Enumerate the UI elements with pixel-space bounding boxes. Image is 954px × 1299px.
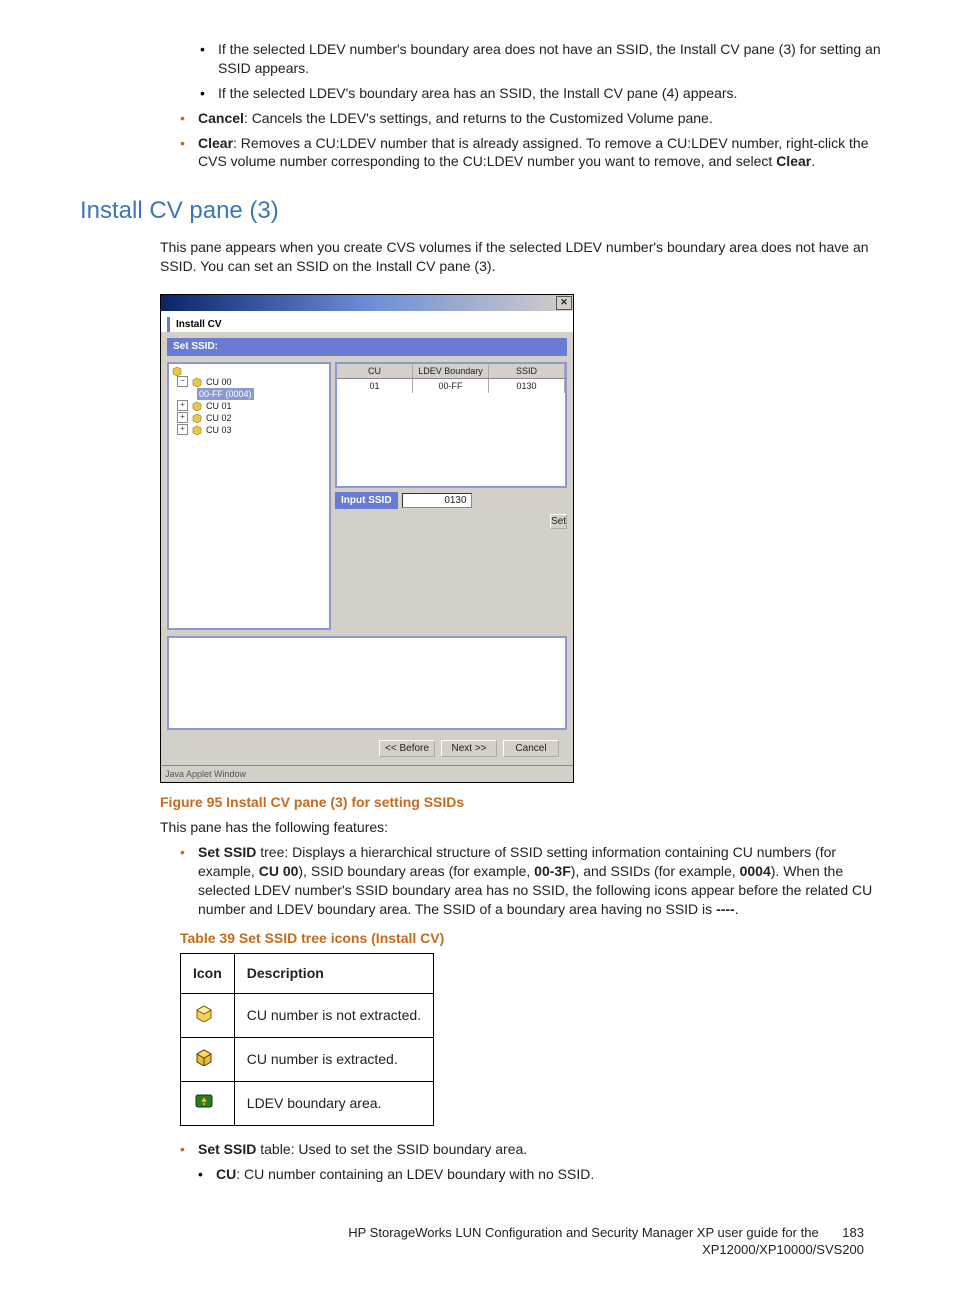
close-icon[interactable]: ✕ [556,296,572,310]
clear-word: Clear [776,153,811,169]
clear-item: Clear: Removes a CU:LDEV number that is … [180,134,894,172]
example: 0004 [740,863,771,879]
label: CU [216,1166,236,1182]
col-ssid: SSID [489,364,565,378]
text: ), SSID boundary areas (for example, [298,863,534,879]
example: 00-3F [534,863,571,879]
expander-icon[interactable]: + [177,400,188,411]
expander-icon[interactable]: + [177,412,188,423]
set-ssid-bar: Set SSID: [167,338,567,356]
table-row[interactable]: 01 00-FF 0130 [337,379,565,393]
table-header: CU LDEV Boundary SSID [337,364,565,379]
sub-item: If the selected LDEV's boundary area has… [200,84,894,103]
set-button[interactable]: Set [550,514,567,529]
tab-install-cv[interactable]: Install CV [167,317,228,333]
label: Set SSID [198,844,256,860]
cube-icon [191,401,203,411]
tree-item-label: CU 03 [206,424,232,436]
continuation-sublist: If the selected LDEV number's boundary a… [200,40,894,103]
lower-list [167,636,567,730]
table-row: CU number is extracted. [181,1038,434,1082]
dashes: ---- [716,901,735,917]
icon-cell [181,1082,235,1126]
label: Cancel [198,110,244,126]
page-footer: HP StorageWorks LUN Configuration and Se… [60,1224,894,1259]
icons-table: Icon Description CU number is not extrac… [180,953,434,1126]
input-ssid-label: Input SSID [335,492,398,510]
main-list: Cancel: Cancels the LDEV's settings, and… [180,109,894,172]
tree-selected[interactable]: 00-FF (0004) [197,388,254,400]
section-heading: Install CV pane (3) [80,195,894,227]
cube-extracted-icon [193,1048,215,1066]
section-intro: This pane appears when you create CVS vo… [160,238,894,276]
cancel-button[interactable]: Cancel [503,740,559,758]
table-row: LDEV boundary area. [181,1082,434,1126]
sub-item: If the selected LDEV number's boundary a… [200,40,894,78]
install-cv-dialog: ✕ Install CV Set SSID: − CU 00 00-FF (000… [160,294,574,784]
desc-cell: CU number is extracted. [234,1038,433,1082]
before-button[interactable]: << Before [379,740,435,758]
cube-icon [191,413,203,423]
expander-icon[interactable]: + [177,424,188,435]
ssid-tree[interactable]: − CU 00 00-FF (0004) + CU 01 + CU 02 + CU 03 [167,362,331,630]
col-icon: Icon [181,954,235,994]
label: Clear [198,135,233,151]
cube-not-extracted-icon [193,1004,215,1022]
footer-text1: HP StorageWorks LUN Configuration and Se… [348,1225,818,1240]
cube-icon [191,425,203,435]
tree-item-label: CU 00 [206,376,232,388]
page-number: 183 [842,1224,864,1242]
text: . [811,153,815,169]
icon-cell [181,994,235,1038]
next-button[interactable]: Next >> [441,740,497,758]
text: : CU number containing an LDEV boundary … [236,1166,594,1182]
nav-buttons: << Before Next >> Cancel [167,736,567,766]
desc-cell: LDEV boundary area. [234,1082,433,1126]
text: ), and SSIDs (for example, [571,863,740,879]
cu-item: CU: CU number containing an LDEV boundar… [198,1165,894,1184]
set-ssid-table-item: Set SSID table: Used to set the SSID bou… [180,1140,894,1184]
cell: 01 [337,379,413,393]
ssid-table[interactable]: CU LDEV Boundary SSID 01 00-FF 0130 [335,362,567,488]
desc-cell: CU number is not extracted. [234,994,433,1038]
example: CU 00 [259,863,299,879]
text: : Cancels the LDEV's settings, and retur… [244,110,713,126]
cell: 0130 [489,379,565,393]
set-ssid-tree-item: Set SSID tree: Displays a hierarchical s… [180,843,894,919]
expander-icon[interactable]: − [177,376,188,387]
figure-caption: Figure 95 Install CV pane (3) for settin… [160,793,894,812]
table-caption: Table 39 Set SSID tree icons (Install CV… [180,929,894,948]
text: If the selected LDEV number's boundary a… [218,41,881,76]
text: . [735,901,739,917]
titlebar: ✕ [161,295,573,311]
col-description: Description [234,954,433,994]
cube-icon [191,377,203,387]
table-row: CU number is not extracted. [181,994,434,1038]
footer-text2: XP12000/XP10000/SVS200 [702,1242,864,1257]
cancel-item: Cancel: Cancels the LDEV's settings, and… [180,109,894,128]
text: : Removes a CU:LDEV number that is alrea… [198,135,869,170]
features-intro: This pane has the following features: [160,818,894,837]
cell: 00-FF [413,379,489,393]
features-list: Set SSID tree: Displays a hierarchical s… [180,843,894,919]
col-ldev-boundary: LDEV Boundary [413,364,489,378]
text: table: Used to set the SSID boundary are… [256,1141,527,1157]
tab-row: Install CV [161,311,573,333]
text: If the selected LDEV's boundary area has… [218,85,737,101]
icon-cell [181,1038,235,1082]
ssid-input[interactable]: 0130 [402,493,472,509]
col-cu: CU [337,364,413,378]
label: Set SSID [198,1141,256,1157]
root-icon [171,366,183,376]
sublist: CU: CU number containing an LDEV boundar… [198,1165,894,1184]
tree-item-label: CU 02 [206,412,232,424]
features-list-2: Set SSID table: Used to set the SSID bou… [180,1140,894,1184]
ldev-boundary-icon [193,1092,215,1110]
status-bar: Java Applet Window [161,765,573,782]
table-header-row: Icon Description [181,954,434,994]
tree-item-label: CU 01 [206,400,232,412]
